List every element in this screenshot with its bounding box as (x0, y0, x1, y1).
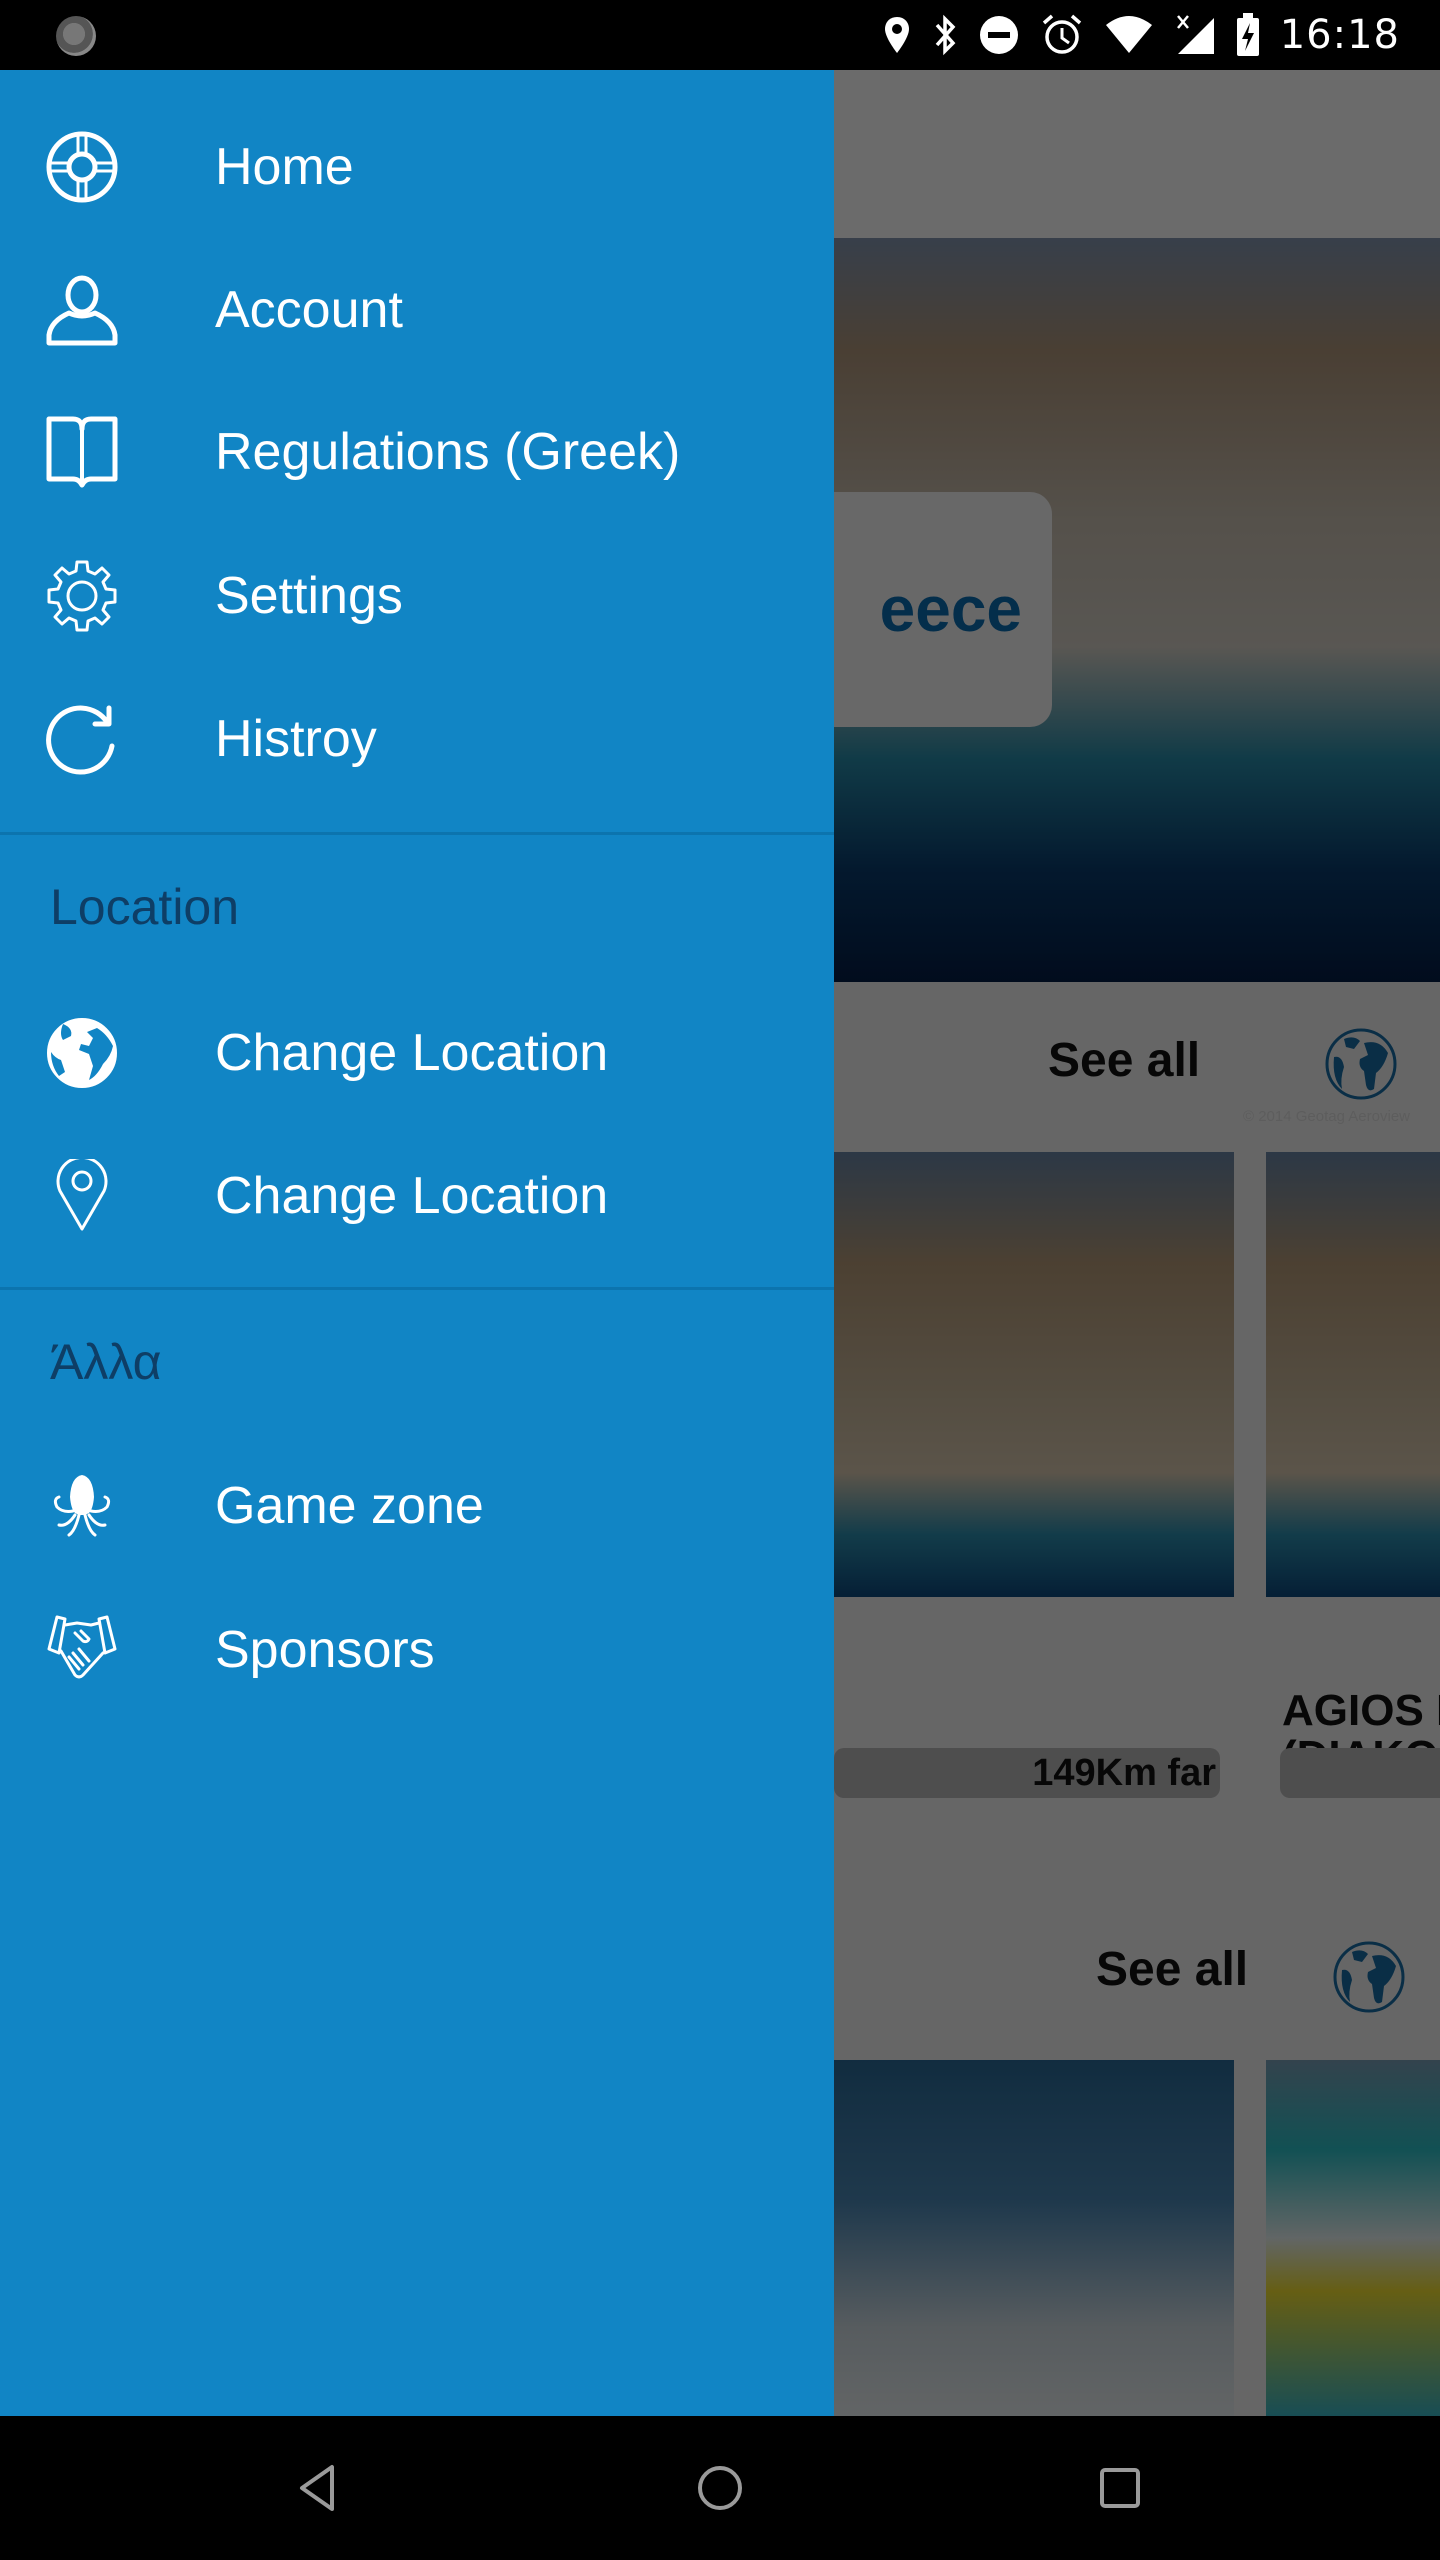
bluetooth-icon (935, 14, 956, 56)
system-nav-bar (0, 2416, 1440, 2560)
drawer-item-label: Change Location (215, 1167, 609, 1225)
section-title-location: Location (50, 879, 240, 935)
drawer-item-label: Settings (215, 567, 403, 625)
drawer-item-home[interactable]: Home (0, 97, 834, 237)
octopus-icon (45, 1469, 119, 1543)
battery-charging-icon (1236, 13, 1259, 56)
gear-icon (45, 559, 119, 633)
drawer-item-regulations[interactable]: Regulations (Greek) (0, 382, 834, 522)
status-bar: 16:18 (0, 0, 1440, 70)
home-button[interactable] (690, 2458, 750, 2518)
recents-button[interactable] (1090, 2458, 1150, 2518)
drawer-item-history[interactable]: Histroy (0, 669, 834, 809)
drawer-item-label: Histroy (215, 710, 377, 768)
home-icon (698, 2466, 742, 2510)
drawer-item-settings[interactable]: Settings (0, 526, 834, 666)
map-pin-icon (45, 1159, 119, 1233)
app-notification-icon (56, 16, 96, 56)
drawer-item-change-location-globe[interactable]: Change Location (0, 983, 834, 1123)
back-button[interactable] (288, 2458, 348, 2518)
back-icon (300, 2465, 334, 2511)
drawer-item-label: Regulations (Greek) (215, 423, 681, 481)
drawer-item-game-zone[interactable]: Game zone (0, 1436, 834, 1576)
refresh-icon (45, 702, 119, 776)
handshake-icon (45, 1613, 119, 1687)
alarm-icon (1042, 14, 1081, 54)
clock: 16:18 (1279, 12, 1400, 58)
drawer-divider (0, 832, 834, 835)
do-not-disturb-icon (979, 16, 1018, 54)
status-icons: 16:18 (882, 0, 1400, 70)
lifebuoy-icon (45, 130, 119, 204)
drawer-item-label: Home (215, 138, 354, 196)
recents-icon (1100, 2468, 1140, 2508)
book-icon (45, 415, 119, 489)
drawer-item-label: Sponsors (215, 1621, 435, 1679)
drawer-item-account[interactable]: Account (0, 240, 834, 380)
drawer-item-label: Account (215, 281, 403, 339)
drawer-item-sponsors[interactable]: Sponsors (0, 1580, 834, 1720)
wifi-icon (1105, 16, 1152, 53)
drawer-item-label: Change Location (215, 1024, 609, 1082)
cellular-no-data-icon (1176, 15, 1214, 54)
globe-icon (45, 1016, 119, 1090)
section-title-other: Άλλα (50, 1334, 162, 1390)
navigation-drawer: Home Account Regulations (Greek) Setting… (0, 70, 834, 2416)
location-icon (884, 17, 909, 53)
user-icon (45, 273, 119, 347)
drawer-item-label: Game zone (215, 1477, 484, 1535)
drawer-item-change-location-pin[interactable]: Change Location (0, 1126, 834, 1266)
drawer-divider (0, 1287, 834, 1290)
